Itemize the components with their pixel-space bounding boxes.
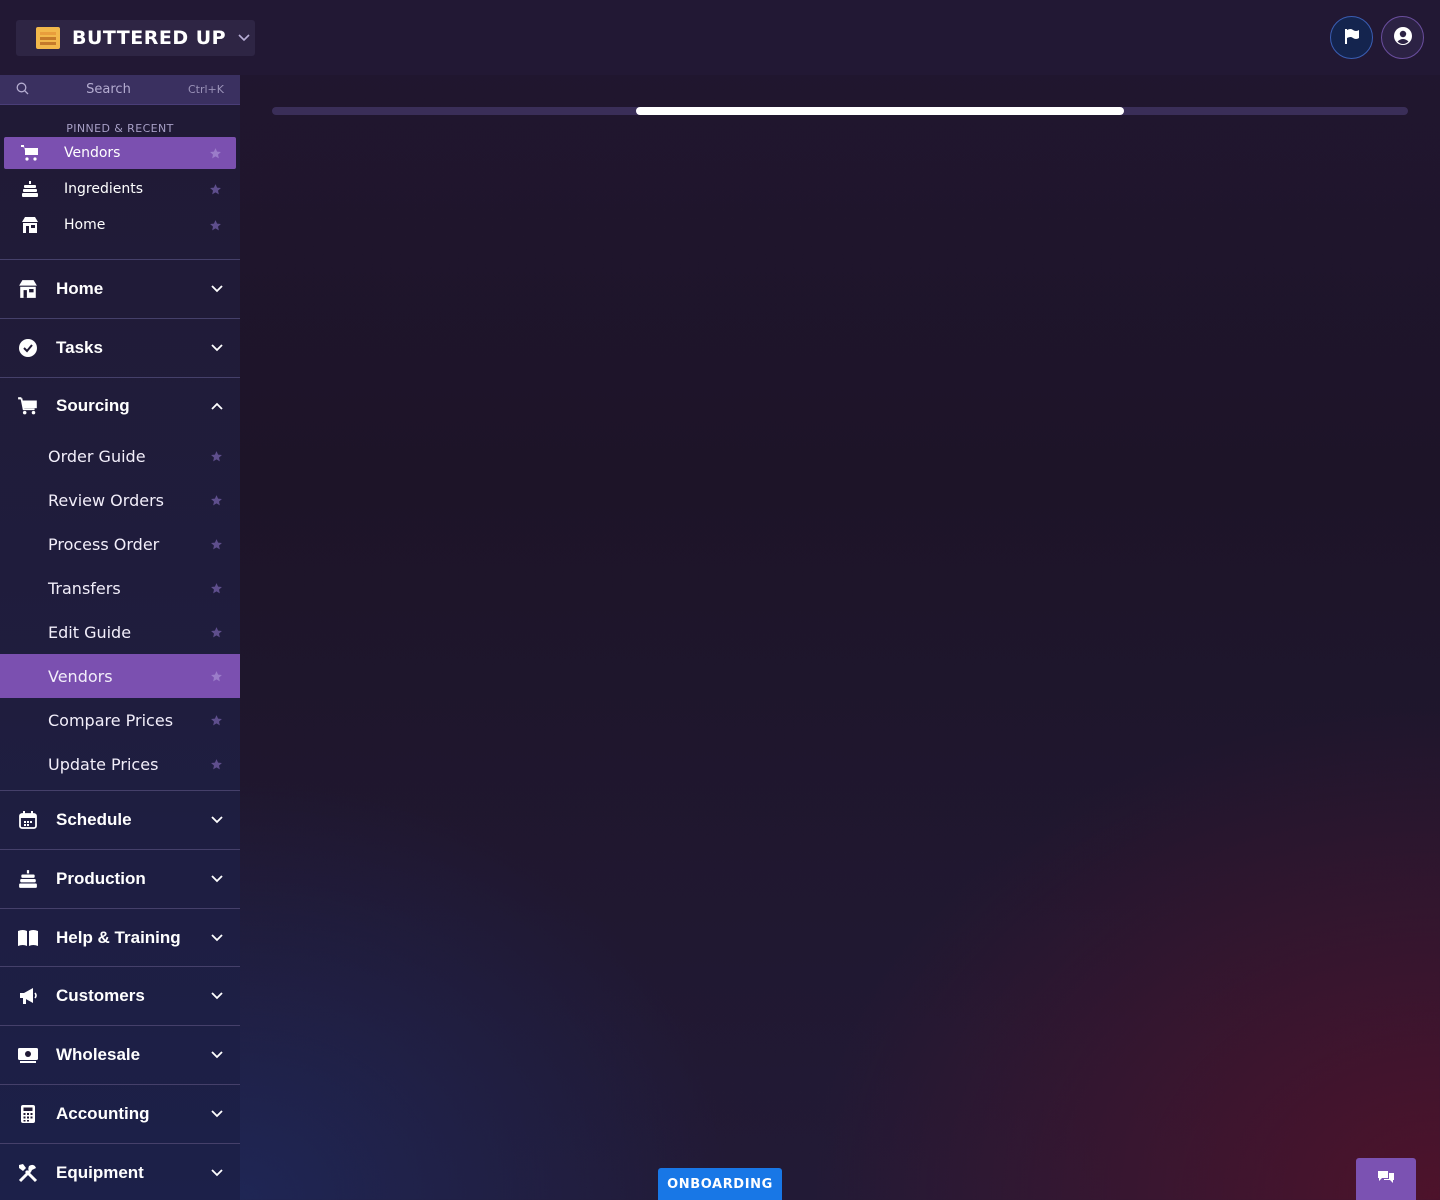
sub-item-label: Order Guide (48, 446, 146, 466)
nav-section-label: Production (56, 869, 146, 888)
pinned-title: PINNED & RECENT (66, 122, 174, 135)
store-icon (20, 215, 40, 235)
nav-section-customers[interactable]: Customers (0, 966, 240, 1025)
sourcing-submenu: Order Guide Review Orders Process Order … (0, 434, 240, 786)
calculator-icon (17, 1103, 39, 1125)
pinned-item-label: Home (64, 217, 106, 233)
star-icon[interactable] (208, 182, 222, 196)
chat-button[interactable] (1356, 1158, 1416, 1200)
bakery-logo-icon (36, 27, 60, 49)
sub-item-vendors[interactable]: Vendors (0, 654, 240, 698)
search-shortcut: Ctrl+K (187, 83, 224, 96)
money-bill-icon (17, 1044, 39, 1066)
chevron-up-icon (210, 399, 224, 413)
nav-section-label: Schedule (56, 810, 132, 829)
cake-icon (20, 179, 40, 199)
user-circle-icon (1393, 26, 1413, 50)
onboarding-button[interactable]: ONBOARDING (658, 1168, 782, 1200)
search-icon (16, 80, 29, 99)
sub-item-label: Review Orders (48, 490, 164, 510)
star-icon[interactable] (209, 713, 223, 727)
pinned-item-ingredients[interactable]: Ingredients (4, 173, 236, 205)
star-icon[interactable] (209, 537, 223, 551)
star-icon[interactable] (209, 669, 223, 683)
star-icon[interactable] (209, 757, 223, 771)
nav-section-equipment[interactable]: Equipment (0, 1143, 240, 1200)
pinned-item-label: Ingredients (64, 181, 143, 197)
sub-item-label: Edit Guide (48, 622, 132, 642)
organization-switcher[interactable]: BUTTERED UP (16, 20, 255, 56)
star-icon[interactable] (209, 449, 223, 463)
chevron-down-icon (210, 1048, 224, 1062)
star-icon[interactable] (208, 146, 222, 160)
sub-item-label: Compare Prices (48, 710, 174, 730)
sub-item-edit-guide[interactable]: Edit Guide (0, 610, 240, 654)
flag-button[interactable] (1330, 16, 1373, 59)
megaphone-icon (17, 985, 39, 1007)
nav-section-label: Sourcing (56, 396, 130, 415)
nav-section-label: Tasks (56, 338, 103, 357)
sub-item-update-prices[interactable]: Update Prices (0, 742, 240, 786)
cart-icon (20, 143, 40, 163)
search-bar[interactable]: Search Ctrl+K (0, 75, 240, 105)
check-badge-icon (17, 337, 39, 359)
nav-section-sourcing[interactable]: Sourcing (0, 377, 240, 434)
star-icon[interactable] (208, 218, 222, 232)
chevron-down-icon (210, 1166, 224, 1180)
chat-icon (1376, 1169, 1396, 1189)
chevron-down-icon (210, 931, 224, 945)
pinned-item-vendors[interactable]: Vendors (4, 137, 236, 169)
sub-item-label: Vendors (48, 666, 113, 686)
chevron-down-icon (210, 1107, 224, 1121)
chevron-down-icon (210, 341, 224, 355)
pinned-item-home[interactable]: Home (4, 209, 236, 241)
top-bar: BUTTERED UP (0, 0, 1440, 75)
sub-item-process-order[interactable]: Process Order (0, 522, 240, 566)
nav-section-production[interactable]: Production (0, 849, 240, 908)
cart-icon (17, 395, 39, 417)
store-icon (17, 278, 39, 300)
sub-item-label: Process Order (48, 534, 160, 554)
nav-section-home[interactable]: Home (0, 259, 240, 318)
book-open-icon (17, 927, 39, 949)
sub-item-compare-prices[interactable]: Compare Prices (0, 698, 240, 742)
nav-section-help-training[interactable]: Help & Training (0, 908, 240, 966)
chevron-down-icon (210, 282, 224, 296)
sub-item-review-orders[interactable]: Review Orders (0, 478, 240, 522)
nav-section-label: Wholesale (56, 1045, 141, 1064)
sub-item-order-guide[interactable]: Order Guide (0, 434, 240, 478)
pinned-item-label: Vendors (64, 145, 121, 161)
chevron-down-icon (238, 32, 250, 44)
sub-item-transfers[interactable]: Transfers (0, 566, 240, 610)
user-menu-button[interactable] (1381, 16, 1424, 59)
nav-section-label: Home (56, 279, 104, 298)
nav-section-label: Customers (56, 986, 145, 1005)
nav-section-tasks[interactable]: Tasks (0, 318, 240, 377)
star-icon[interactable] (209, 493, 223, 507)
nav-section-schedule[interactable]: Schedule (0, 790, 240, 849)
nav-section-wholesale[interactable]: Wholesale (0, 1025, 240, 1084)
loading-progress-track (272, 107, 1408, 115)
star-icon[interactable] (209, 625, 223, 639)
chevron-down-icon (210, 813, 224, 827)
chevron-down-icon (210, 989, 224, 1003)
flag-icon (1343, 27, 1361, 49)
search-label: Search (86, 82, 131, 97)
loading-progress-fill (635, 107, 1124, 115)
nav-section-label: Equipment (56, 1162, 144, 1182)
nav-section-label: Accounting (56, 1104, 150, 1123)
pinned-list: Vendors Ingredients Home (0, 137, 240, 241)
calendar-icon (17, 809, 39, 831)
nav-section-accounting[interactable]: Accounting (0, 1084, 240, 1143)
cake-icon (17, 868, 39, 890)
nav-section-label: Help & Training (56, 927, 181, 947)
tools-icon (17, 1162, 39, 1184)
sub-item-label: Update Prices (48, 754, 159, 774)
brand-name: BUTTERED UP (72, 27, 227, 49)
chevron-down-icon (210, 872, 224, 886)
star-icon[interactable] (209, 581, 223, 595)
sidebar: Search Ctrl+K PINNED & RECENT Vendors In… (0, 75, 240, 1200)
sub-item-label: Transfers (48, 578, 121, 598)
